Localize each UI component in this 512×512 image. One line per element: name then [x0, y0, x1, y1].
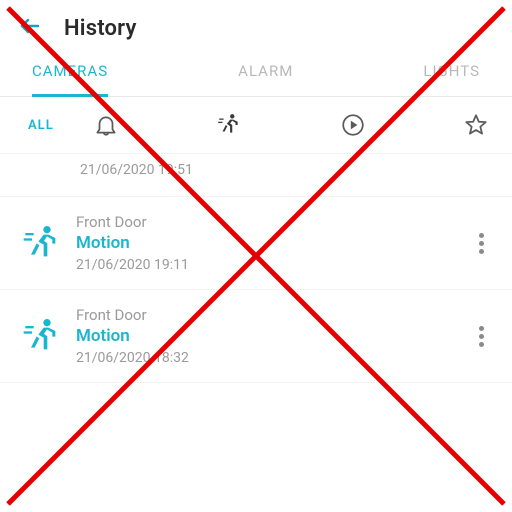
event-row[interactable]: Front Door Motion 21/06/2020 19:11	[0, 197, 512, 290]
tab-alarm[interactable]: ALARM	[238, 62, 293, 96]
event-kind: Motion	[76, 326, 473, 346]
event-list: 21/06/2020 19:51 Front Door Motion 21/06…	[0, 154, 512, 383]
filter-bar: ALL	[0, 97, 512, 154]
event-row[interactable]: Front Door Motion 21/06/2020 18:32	[0, 290, 512, 383]
back-arrow-icon	[18, 14, 42, 38]
event-menu-button[interactable]	[473, 317, 490, 356]
event-kind: Motion	[76, 233, 473, 253]
play-circle-icon	[340, 112, 366, 138]
filter-motion[interactable]	[215, 111, 243, 139]
motion-icon	[22, 316, 62, 356]
running-person-icon	[216, 112, 242, 138]
running-person-icon	[22, 316, 62, 356]
filter-favorites[interactable]	[462, 111, 490, 139]
filter-recordings[interactable]	[339, 111, 367, 139]
tab-bar: CAMERAS ALARM LIGHTS	[0, 52, 512, 97]
star-icon	[463, 112, 489, 138]
app-header: History	[0, 0, 512, 52]
running-person-icon	[22, 223, 62, 263]
event-timestamp: 21/06/2020 18:32	[76, 350, 473, 366]
event-timestamp: 21/06/2020 19:11	[76, 257, 473, 273]
tab-cameras[interactable]: CAMERAS	[32, 62, 108, 97]
event-timestamp-row: 21/06/2020 19:51	[0, 154, 512, 197]
back-button[interactable]	[18, 14, 42, 42]
filter-doorbell[interactable]	[92, 111, 120, 139]
event-menu-button[interactable]	[473, 224, 490, 263]
event-camera: Front Door	[76, 213, 473, 231]
page-title: History	[64, 16, 137, 41]
bell-icon	[93, 112, 119, 138]
motion-icon	[22, 223, 62, 263]
tab-lights[interactable]: LIGHTS	[423, 62, 480, 96]
event-camera: Front Door	[76, 306, 473, 324]
filter-all[interactable]: ALL	[28, 118, 84, 133]
